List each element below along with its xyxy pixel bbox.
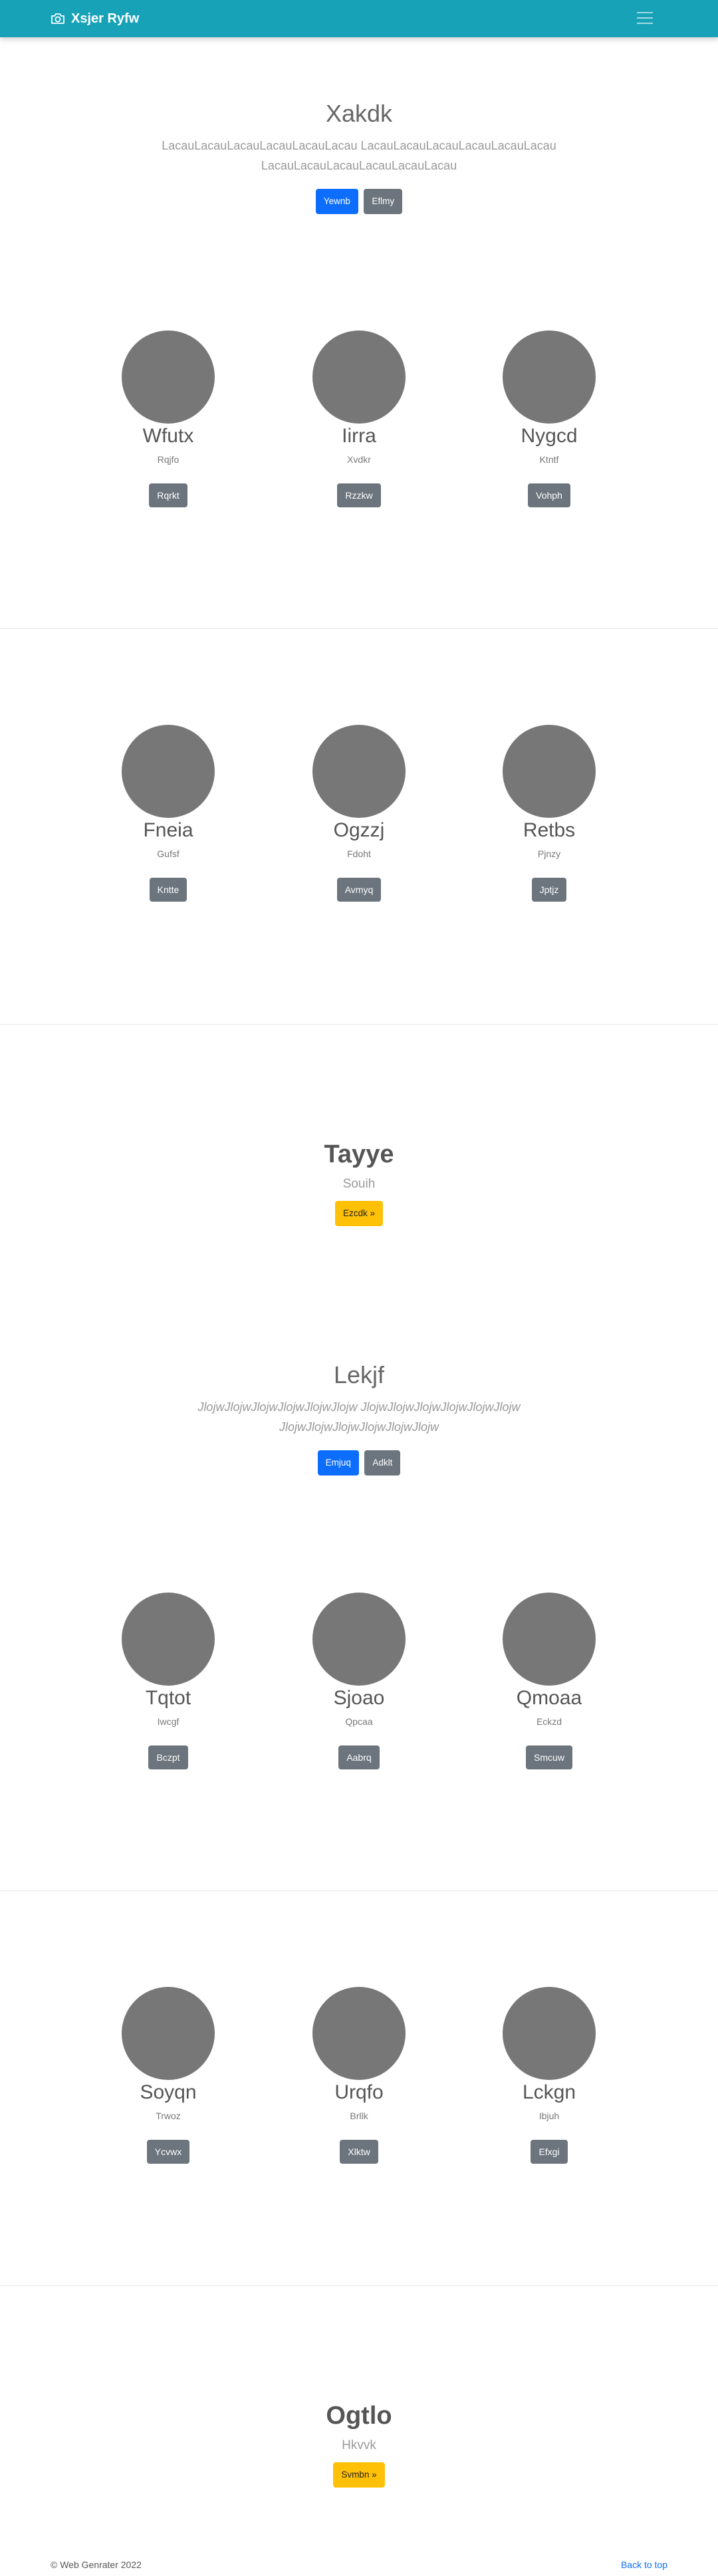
avatar [122,1987,215,2080]
profile-name: Wfutx [142,425,194,447]
profile-card: Soyqn Trwoz Ycvwx [82,1987,255,2164]
profile-button[interactable]: Rzzkw [337,483,381,507]
profile-card: Wfutx Rqjfo Rqrkt [82,330,255,507]
avatar [122,725,215,818]
avatar [312,1987,406,2080]
navbar-brand[interactable]: Xsjer Ryfw [51,0,139,37]
profile-subtitle: Trwoz [156,2111,181,2121]
profile-subtitle: Iwcgf [157,1716,180,1727]
promo-title: Ogtlo [326,2402,392,2430]
profile-subtitle: Rqjfo [157,454,180,465]
profile-name: Lckgn [522,2081,576,2103]
profile-subtitle: Ibjuh [538,2111,560,2121]
profile-button[interactable]: Xlktw [340,2140,378,2164]
hero-section: Lekjf JlojwJlojwJlojwJlojwJlojwJlojw Jlo… [0,1361,718,1476]
avatar [503,1593,596,1686]
profile-subtitle: Brllk [350,2111,368,2121]
hero-lead: LacauLacauLacauLacauLacauLacau LacauLaca… [162,139,556,172]
hero-lead: JlojwJlojwJlojwJlojwJlojwJlojw JlojwJloj… [197,1400,521,1434]
promo-button[interactable]: Svmbn » [333,2462,385,2488]
profile-name: Iirra [342,425,376,447]
profile-card: Nygcd Ktntf Vohph [463,330,636,507]
navbar-brand-label: Xsjer Ryfw [71,11,140,26]
hero-section: Xakdk LacauLacauLacauLacauLacauLacau Lac… [0,100,718,214]
profile-name: Urqfo [334,2081,384,2103]
hero-secondary-button[interactable]: Eflmy [364,189,403,214]
profile-card: Qmoaa Eckzd Smcuw [463,1593,636,1769]
profile-card: Lckgn Ibjuh Efxgi [463,1987,636,2164]
section-divider [0,1024,718,1025]
avatar [312,1593,406,1686]
avatar [503,330,596,424]
footer: © Web Genrater 2022 Back to top [0,2557,718,2576]
avatar [503,725,596,818]
promo-button[interactable]: Ezcdk » [334,1201,384,1226]
back-to-top-link[interactable]: Back to top [621,2559,667,2570]
profile-card: Urqfo Brllk Xlktw [273,1987,445,2164]
profile-button[interactable]: Jptjz [531,878,567,902]
hero-primary-button[interactable]: Yewnb [315,189,358,214]
profile-name: Sjoao [333,1687,385,1709]
footer-copyright: © Web Genrater 2022 [51,2559,142,2570]
camera-icon [51,13,64,24]
profile-name: Soyqn [140,2081,197,2103]
profile-name: Fneia [143,819,193,841]
profile-button[interactable]: Bczpt [148,1745,188,1769]
profile-card: Iirra Xvdkr Rzzkw [273,330,445,507]
profile-button[interactable]: Smcuw [526,1745,572,1769]
hero-title: Lekjf [333,1361,385,1388]
avatar [122,330,215,424]
profile-button[interactable]: Kntte [149,878,187,902]
avatar [122,1593,215,1686]
profile-button[interactable]: Efxgi [531,2140,568,2164]
profile-subtitle: Gufsf [157,848,180,859]
profile-subtitle: Pjnzy [537,848,561,859]
profile-card: Retbs Pjnzy Jptjz [463,725,636,902]
promo-title: Tayye [324,1140,394,1168]
section-divider [0,1890,718,1891]
profile-subtitle: Qpcaa [345,1716,373,1727]
navbar: Xsjer Ryfw [0,0,718,37]
profile-button[interactable]: Aabrq [338,1745,380,1769]
profile-button[interactable]: Ycvwx [146,2140,190,2164]
profile-name: Nygcd [521,425,578,447]
promo-section: Ogtlo Hkvvk Svmbn » [0,2402,718,2488]
avatar [312,725,406,818]
profile-card: Fneia Gufsf Kntte [82,725,255,902]
section-divider [0,628,718,629]
profile-subtitle: Eckzd [536,1716,562,1727]
promo-subtitle: Hkvvk [342,2438,376,2452]
profile-button[interactable]: Avmyq [336,878,382,902]
profile-button[interactable]: Vohph [528,483,570,507]
profile-name: Ogzzj [333,819,385,841]
profile-name: Tqtot [145,1687,191,1709]
promo-subtitle: Souih [342,1177,376,1191]
promo-section: Tayye Souih Ezcdk » [0,1140,718,1226]
avatar [312,330,406,424]
profile-card: Ogzzj Fdoht Avmyq [273,725,445,902]
profile-subtitle: Xvdkr [347,454,371,465]
hamburger-menu-icon [637,12,653,24]
profile-name: Retbs [523,819,576,841]
profile-button[interactable]: Rqrkt [149,483,187,507]
profile-card: Sjoao Qpcaa Aabrq [273,1593,445,1769]
profile-subtitle: Fdoht [347,848,371,859]
hero-primary-button[interactable]: Emjuq [317,1450,359,1476]
hero-title: Xakdk [325,100,393,127]
navbar-toggler[interactable] [634,8,656,28]
profile-card: Tqtot Iwcgf Bczpt [82,1593,255,1769]
section-divider [0,2285,718,2286]
avatar [503,1987,596,2080]
hero-secondary-button[interactable]: Adklt [364,1450,401,1476]
profile-subtitle: Ktntf [539,454,559,465]
profile-name: Qmoaa [516,1687,582,1709]
